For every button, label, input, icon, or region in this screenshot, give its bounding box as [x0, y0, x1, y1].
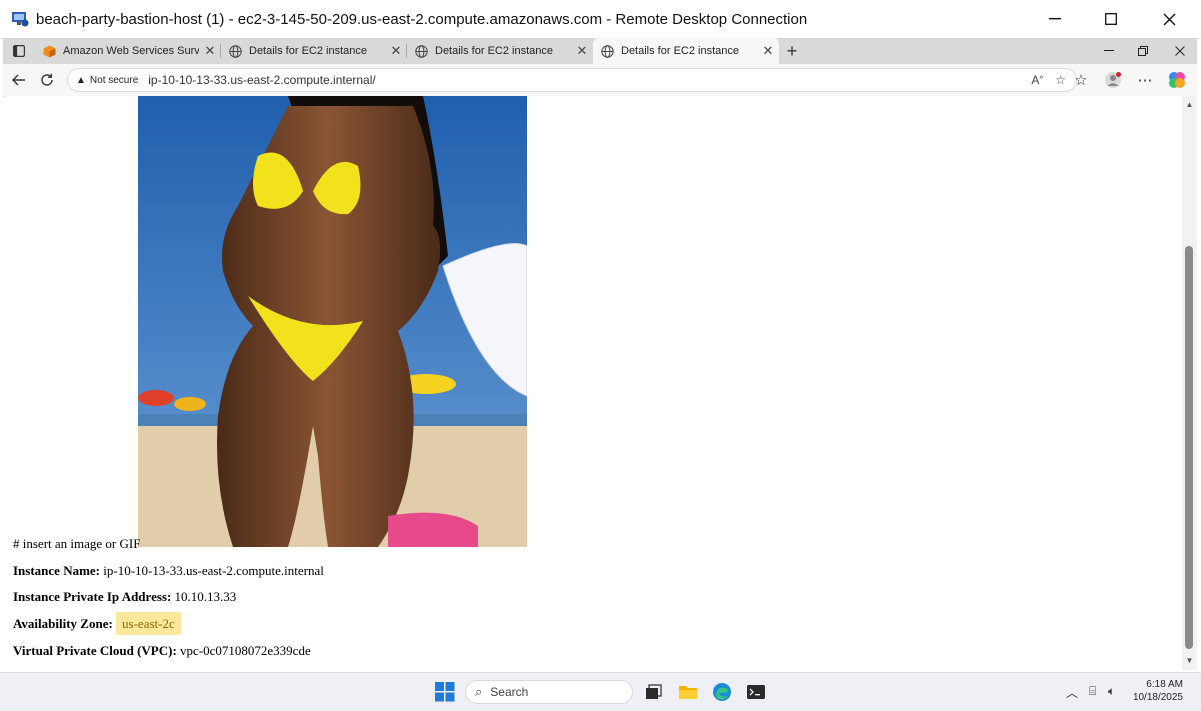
- browser-minimize-button[interactable]: [1092, 38, 1126, 64]
- tab-label: Details for EC2 instance: [435, 45, 553, 57]
- aws-cube-icon: [43, 45, 56, 58]
- tab-actions-icon: [13, 45, 25, 57]
- start-button[interactable]: [435, 682, 455, 702]
- tab-ec2-details-3[interactable]: Details for EC2 instance ✕: [593, 38, 779, 64]
- remote-desktop-icon: [11, 10, 29, 28]
- scroll-down-arrow-icon[interactable]: ▼: [1182, 656, 1197, 665]
- instance-name-value: ip-10-10-13-33.us-east-2.compute.interna…: [103, 563, 324, 578]
- instance-name-row: Instance Name: ip-10-10-13-33.us-east-2.…: [13, 563, 324, 579]
- tab-ec2-details-2[interactable]: Details for EC2 instance ✕: [407, 38, 593, 64]
- globe-icon: [229, 44, 242, 58]
- tab-ec2-details-1[interactable]: Details for EC2 instance ✕: [221, 38, 407, 64]
- url-text[interactable]: ip-10-10-13-33.us-east-2.compute.interna…: [148, 73, 375, 87]
- vpc-row: Virtual Private Cloud (VPC): vpc-0c07108…: [13, 643, 311, 659]
- image-caption: # insert an image or GIF: [13, 536, 141, 551]
- profile-button[interactable]: [1099, 66, 1127, 94]
- volume-icon[interactable]: 🔈︎: [1108, 684, 1115, 699]
- globe-icon: [415, 44, 428, 58]
- search-icon: ⌕: [475, 684, 483, 699]
- new-tab-button[interactable]: +: [779, 38, 805, 64]
- copilot-button[interactable]: [1163, 66, 1191, 94]
- private-ip-label: Instance Private Ip Address:: [13, 589, 172, 604]
- address-bar[interactable]: ▲ Not secure ip-10-10-13-33.us-east-2.co…: [67, 68, 1077, 92]
- settings-more-button[interactable]: ⋯: [1131, 66, 1159, 94]
- close-tab-icon[interactable]: ✕: [385, 43, 407, 59]
- back-arrow-icon: [12, 74, 25, 86]
- favorite-star-icon[interactable]: ☆: [1055, 73, 1066, 87]
- search-placeholder: Search: [490, 685, 529, 699]
- avatar: [1105, 72, 1121, 88]
- vpc-label: Virtual Private Cloud (VPC):: [13, 643, 177, 658]
- beach-photo: [138, 96, 527, 547]
- chevron-up-icon[interactable]: ︿: [1066, 684, 1078, 701]
- windows-logo-icon: [435, 682, 455, 702]
- globe-icon: [601, 44, 614, 58]
- scroll-up-arrow-icon[interactable]: ▲: [1182, 100, 1197, 109]
- task-view-icon: [646, 684, 662, 699]
- browser-close-button[interactable]: [1163, 38, 1197, 64]
- private-ip-row: Instance Private Ip Address: 10.10.13.33: [13, 589, 236, 605]
- tab-aws-survey[interactable]: Amazon Web Services Survey ✕: [35, 38, 221, 64]
- tab-label: Details for EC2 instance: [249, 45, 367, 57]
- instance-name-label: Instance Name:: [13, 563, 101, 578]
- taskbar: ⌕ Search ︿ ⌸ 🔈︎ 6:18 AM 10/18/2025: [0, 672, 1201, 711]
- clock-time: 6:18 AM: [1146, 679, 1183, 690]
- clock-date: 10/18/2025: [1132, 692, 1183, 703]
- window-title: beach-party-bastion-host (1) - ec2-3-145…: [36, 10, 808, 28]
- vpc-value: vpc-0c07108072e339cde: [180, 643, 311, 658]
- read-aloud-icon[interactable]: A»: [1031, 73, 1043, 87]
- rdp-title-bar: beach-party-bastion-host (1) - ec2-3-145…: [0, 0, 1201, 39]
- close-tab-icon[interactable]: ✕: [199, 43, 221, 59]
- copilot-icon: [1169, 72, 1185, 88]
- refresh-button[interactable]: [33, 66, 61, 94]
- tab-label: Amazon Web Services Survey: [63, 45, 199, 57]
- availability-zone-value: us-east-2c: [116, 612, 181, 635]
- task-view-button[interactable]: [644, 682, 664, 702]
- private-ip-value: 10.10.13.33: [174, 589, 237, 604]
- favorites-button[interactable]: ☆: [1067, 66, 1095, 94]
- back-button[interactable]: [5, 66, 33, 94]
- minimize-window-button[interactable]: [1027, 0, 1083, 38]
- network-icon[interactable]: ⌸: [1089, 684, 1096, 699]
- close-window-button[interactable]: [1141, 0, 1197, 38]
- folder-icon: [679, 686, 697, 699]
- file-explorer-button[interactable]: [678, 682, 698, 702]
- system-clock[interactable]: 6:18 AM 10/18/2025: [1133, 678, 1183, 704]
- refresh-icon: [41, 73, 53, 86]
- terminal-icon: [747, 685, 765, 699]
- browser-toolbar: ▲ Not secure ip-10-10-13-33.us-east-2.co…: [3, 64, 1197, 97]
- close-tab-icon[interactable]: ✕: [571, 43, 593, 59]
- more-dots-icon: ⋯: [1137, 72, 1153, 89]
- scrollbar-thumb[interactable]: [1185, 246, 1193, 649]
- availability-zone-row: Availability Zone: us-east-2c: [13, 612, 181, 635]
- edge-browser-button[interactable]: [712, 682, 732, 702]
- taskbar-search[interactable]: ⌕ Search: [465, 680, 633, 704]
- warning-triangle-icon: ▲: [76, 74, 86, 86]
- edge-icon: [713, 683, 731, 701]
- availability-zone-label: Availability Zone:: [13, 616, 113, 631]
- favorites-icon: ☆: [1074, 72, 1088, 89]
- close-tab-icon[interactable]: ✕: [757, 43, 779, 59]
- browser-restore-button[interactable]: [1126, 38, 1160, 64]
- not-secure-label[interactable]: Not secure: [90, 75, 138, 86]
- terminal-button[interactable]: [746, 682, 766, 702]
- browser-tab-strip: Amazon Web Services Survey ✕ Details for…: [3, 38, 1197, 64]
- page-scrollbar[interactable]: ▲ ▼: [1182, 96, 1197, 670]
- tab-actions-button[interactable]: [3, 38, 35, 64]
- maximize-window-button[interactable]: [1083, 0, 1139, 38]
- tab-label: Details for EC2 instance: [621, 45, 739, 57]
- page-content: # insert an image or GIF Instance Name: …: [6, 96, 1182, 670]
